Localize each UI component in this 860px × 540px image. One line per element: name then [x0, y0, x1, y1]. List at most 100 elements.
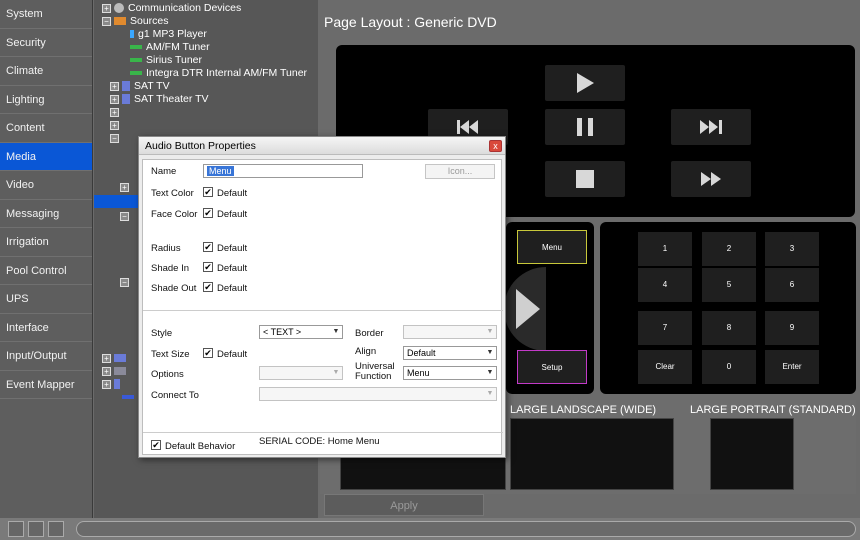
- tree-item-mp3-player[interactable]: g1 MP3 Player: [130, 28, 207, 41]
- layout-card-portrait[interactable]: LARGE PORTRAIT (STANDARD): [686, 400, 856, 494]
- tree-item-label: Integra DTR Internal AM/FM Tuner: [146, 67, 308, 79]
- expand-icon[interactable]: +: [102, 379, 111, 389]
- connect-to-dropdown[interactable]: ▼: [259, 387, 497, 401]
- face-color-default-checkbox[interactable]: ✔: [203, 208, 213, 218]
- expand-icon[interactable]: +: [110, 120, 119, 130]
- expand-icon[interactable]: +: [120, 182, 129, 192]
- communication-icon: [114, 3, 124, 14]
- align-dropdown[interactable]: Default ▼: [403, 346, 497, 360]
- layout-card-landscape[interactable]: LARGE LANDSCAPE (WIDE): [508, 400, 684, 494]
- style-dropdown[interactable]: < TEXT > ▼: [259, 325, 343, 339]
- expand-icon[interactable]: +: [102, 353, 111, 363]
- expand-icon[interactable]: +: [110, 107, 119, 117]
- default-label: Default: [217, 283, 248, 294]
- tree-item-device[interactable]: +: [102, 365, 130, 378]
- name-field[interactable]: Menu: [203, 164, 363, 178]
- text-size-default-checkbox[interactable]: ✔: [203, 348, 213, 358]
- tree-item-device[interactable]: [122, 391, 138, 404]
- tree-item-collapsed[interactable]: −: [110, 132, 122, 145]
- shade-in-default-checkbox[interactable]: ✔: [203, 262, 213, 272]
- collapse-icon[interactable]: −: [120, 211, 129, 221]
- menu-button[interactable]: Menu: [517, 230, 587, 264]
- fast-forward-button[interactable]: [671, 161, 751, 197]
- sidebar-item-media[interactable]: Media: [0, 142, 92, 171]
- apply-button[interactable]: Apply: [324, 494, 484, 516]
- keypad-9-button[interactable]: 9: [765, 311, 819, 345]
- expand-icon[interactable]: +: [102, 3, 111, 13]
- chevron-down-icon: ▼: [486, 369, 494, 376]
- tree-item-device[interactable]: +: [102, 378, 124, 391]
- keypad-0-button[interactable]: 0: [702, 350, 756, 384]
- tree-item-sat-tv[interactable]: + SAT TV: [110, 80, 170, 93]
- tree-item-am-fm-tuner[interactable]: AM/FM Tuner: [130, 41, 210, 54]
- text-color-default-checkbox[interactable]: ✔: [203, 187, 213, 197]
- status-button[interactable]: [28, 521, 44, 537]
- sidebar-item-content[interactable]: Content: [0, 114, 92, 143]
- sidebar-item-security[interactable]: Security: [0, 29, 92, 57]
- tree-item-collapsed[interactable]: −: [120, 276, 132, 289]
- default-label: Default: [217, 349, 248, 360]
- icon-button[interactable]: Icon...: [425, 164, 495, 179]
- collapse-icon[interactable]: −: [110, 133, 119, 143]
- tree-item-collapsed[interactable]: −: [120, 210, 132, 223]
- sidebar-item-climate[interactable]: Climate: [0, 57, 92, 86]
- collapse-icon[interactable]: −: [120, 277, 129, 287]
- device-icon: [114, 367, 126, 376]
- keypad-clear-button[interactable]: Clear: [638, 350, 692, 384]
- default-behavior-checkbox[interactable]: ✔: [151, 440, 161, 450]
- close-icon: x: [493, 141, 498, 151]
- sidebar-item-input-output[interactable]: Input/Output: [0, 342, 92, 371]
- keypad-1-button[interactable]: 1: [638, 232, 692, 266]
- default-label: Default: [217, 188, 248, 199]
- keypad-2-button[interactable]: 2: [702, 232, 756, 266]
- tree-item-collapsed[interactable]: +: [110, 119, 122, 132]
- tree-item-collapsed[interactable]: +: [110, 106, 122, 119]
- border-dropdown[interactable]: ▼: [403, 325, 497, 339]
- tree-item-sources[interactable]: − Sources: [102, 15, 169, 28]
- radius-default-checkbox[interactable]: ✔: [203, 242, 213, 252]
- shade-out-default-checkbox[interactable]: ✔: [203, 282, 213, 292]
- sidebar-item-irrigation[interactable]: Irrigation: [0, 228, 92, 257]
- sidebar-item-ups[interactable]: UPS: [0, 285, 92, 314]
- tree-item-device[interactable]: +: [102, 352, 130, 365]
- tree-item-sirius-tuner[interactable]: Sirius Tuner: [130, 54, 202, 67]
- keypad-8-button[interactable]: 8: [702, 311, 756, 345]
- tree-item-communication-devices[interactable]: + Communication Devices: [102, 2, 241, 15]
- options-dropdown[interactable]: ▼: [259, 366, 343, 380]
- pause-button[interactable]: [545, 109, 625, 145]
- keypad-5-button[interactable]: 5: [702, 268, 756, 302]
- sidebar-item-system[interactable]: System: [0, 0, 92, 29]
- sidebar-item-interface[interactable]: Interface: [0, 314, 92, 342]
- tree-item-integra-tuner[interactable]: Integra DTR Internal AM/FM Tuner: [130, 67, 307, 80]
- dialog-title: Audio Button Properties: [139, 137, 505, 155]
- keypad-3-button[interactable]: 3: [765, 232, 819, 266]
- sidebar-item-video[interactable]: Video: [0, 171, 92, 200]
- keypad-6-button[interactable]: 6: [765, 268, 819, 302]
- status-button[interactable]: [48, 521, 64, 537]
- tree-item-label: SAT TV: [134, 80, 170, 92]
- stop-button[interactable]: [545, 161, 625, 197]
- collapse-icon[interactable]: −: [102, 16, 111, 26]
- sidebar-item-lighting[interactable]: Lighting: [0, 86, 92, 114]
- close-button[interactable]: x: [489, 140, 502, 152]
- play-button[interactable]: [545, 65, 625, 101]
- setup-button[interactable]: Setup: [517, 350, 587, 384]
- keypad-7-button[interactable]: 7: [638, 311, 692, 345]
- status-button[interactable]: [8, 521, 24, 537]
- universal-function-dropdown[interactable]: Menu ▼: [403, 366, 497, 380]
- keypad-enter-button[interactable]: Enter: [765, 350, 819, 384]
- tree-item-collapsed[interactable]: +: [120, 181, 132, 194]
- keypad-4-button[interactable]: 4: [638, 268, 692, 302]
- next-track-button[interactable]: [671, 109, 751, 145]
- serial-code-text: SERIAL CODE: Home Menu: [259, 436, 380, 447]
- sidebar-item-pool-control[interactable]: Pool Control: [0, 257, 92, 285]
- sidebar-item-event-mapper[interactable]: Event Mapper: [0, 371, 92, 399]
- expand-icon[interactable]: +: [102, 366, 111, 376]
- horizontal-scrollbar[interactable]: [76, 521, 856, 537]
- expand-icon[interactable]: +: [110, 94, 119, 104]
- play-icon: [577, 73, 594, 93]
- tree-item-sat-theater-tv[interactable]: + SAT Theater TV: [110, 93, 209, 106]
- face-color-label: Face Color: [151, 209, 198, 220]
- expand-icon[interactable]: +: [110, 81, 119, 91]
- sidebar-item-messaging[interactable]: Messaging: [0, 200, 92, 228]
